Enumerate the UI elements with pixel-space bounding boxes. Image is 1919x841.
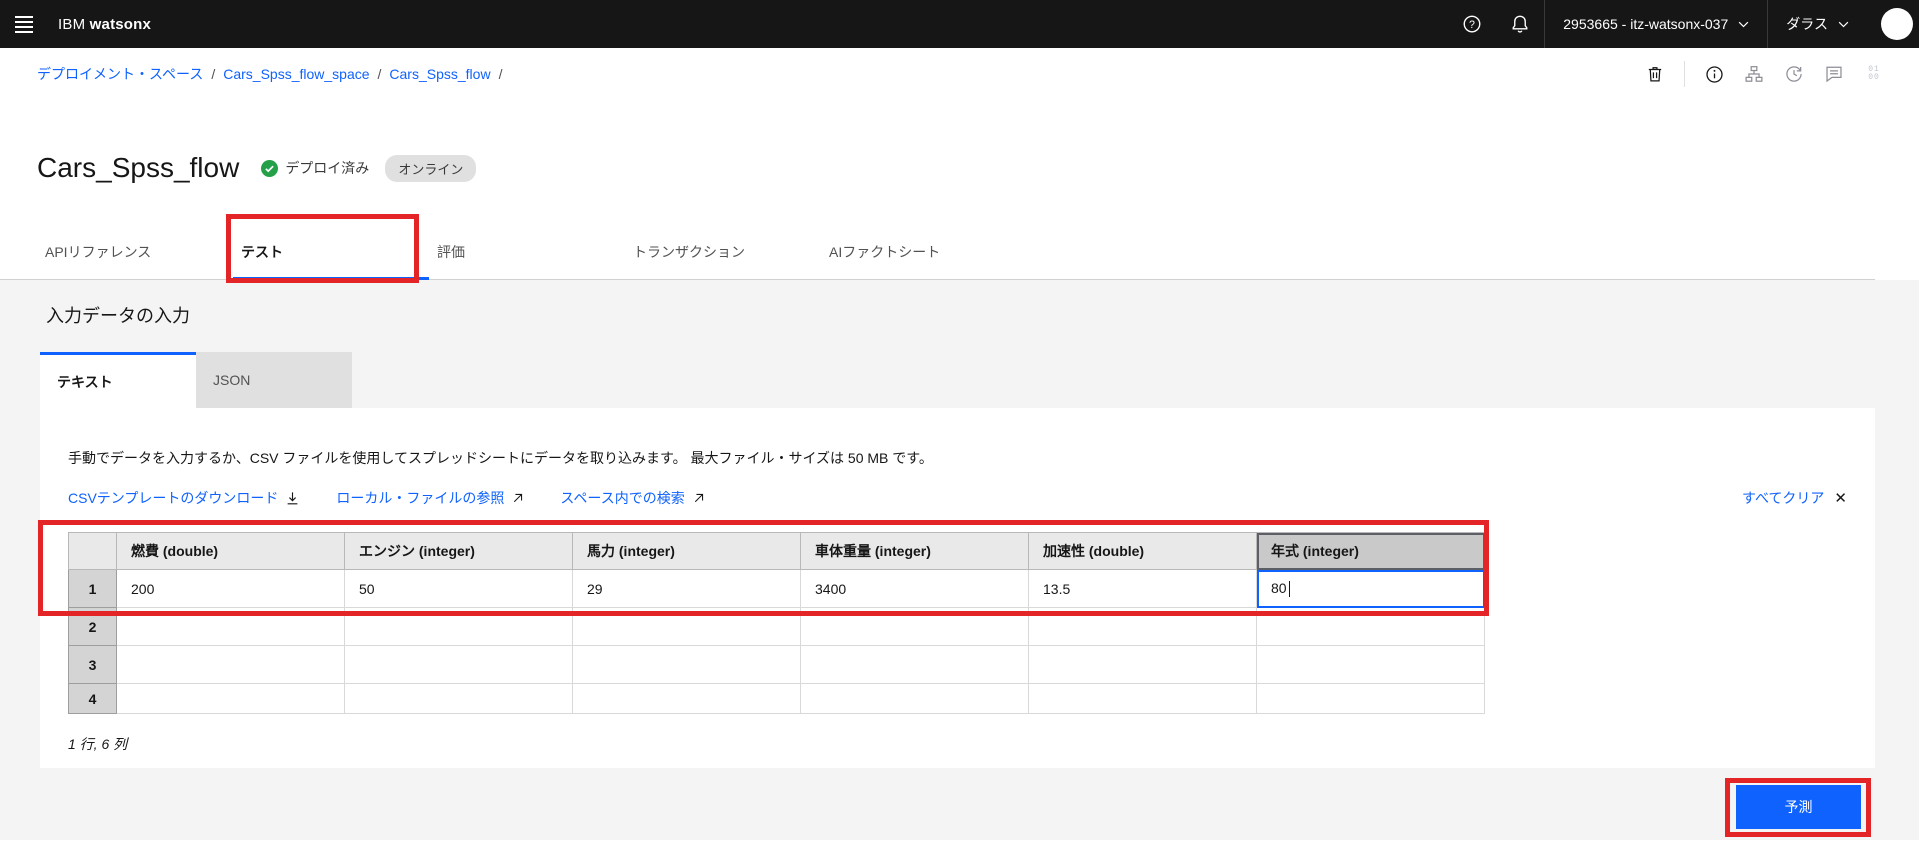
row-number-cell[interactable]: 2 (68, 607, 117, 646)
grid-header-row: 燃費 (double) エンジン (integer) 馬力 (integer) … (68, 532, 1485, 570)
brand-logo: IBM watsonx (58, 15, 152, 33)
subtab-json[interactable]: JSON (196, 352, 352, 408)
column-header[interactable]: エンジン (integer) (344, 532, 573, 570)
row-number-cell[interactable]: 4 (68, 683, 117, 714)
test-panel: 入力データの入力 テキスト JSON 手動でデータを入力するか、CSV ファイル… (0, 280, 1919, 840)
instruction-text: 手動でデータを入力するか、CSV ファイルを使用してスプレッドシートにデータを取… (68, 450, 933, 466)
predict-button[interactable]: 予測 (1736, 785, 1861, 829)
region-selector[interactable]: ダラス (1767, 0, 1867, 48)
input-card: 手動でデータを入力するか、CSV ファイルを使用してスプレッドシートにデータを取… (40, 408, 1875, 768)
breadcrumb-row: デプロイメント・スペース / Cars_Spss_flow_space / Ca… (0, 48, 1919, 100)
check-circle-icon (261, 159, 279, 177)
grid-row: 4 (68, 683, 1485, 714)
grid-cell[interactable] (344, 683, 573, 714)
grid-cell[interactable]: 200 (116, 569, 345, 608)
row-number-cell[interactable]: 1 (68, 569, 117, 608)
text-cursor (1288, 581, 1290, 598)
grid-cell[interactable] (1028, 645, 1257, 684)
comments-icon[interactable] (1817, 57, 1851, 91)
row-number-cell[interactable]: 3 (68, 645, 117, 684)
grid-row: 2 (68, 607, 1485, 646)
breadcrumb-deployment-spaces[interactable]: デプロイメント・スペース (37, 64, 203, 84)
clear-all-link[interactable]: すべてクリア (1742, 488, 1824, 508)
tab-test[interactable]: テスト (233, 224, 429, 280)
app-window: IBM watsonx ? 2953665 - itz-watsonx-037 … (0, 0, 1919, 841)
main-tabs: APIリファレンス テスト 評価 トランザクション AIファクトシート (0, 224, 1875, 280)
grid-cell[interactable] (1256, 607, 1485, 646)
grid-cell[interactable] (800, 683, 1029, 714)
grid-cell[interactable] (116, 607, 345, 646)
close-icon[interactable]: ✕ (1834, 489, 1847, 507)
subtab-text[interactable]: テキスト (40, 352, 196, 408)
grid-corner-cell[interactable] (68, 532, 117, 570)
breadcrumb-deployment[interactable]: Cars_Spss_flow (389, 66, 490, 82)
notifications-icon[interactable] (1496, 0, 1544, 48)
launch-icon (514, 493, 523, 502)
breadcrumb-space[interactable]: Cars_Spss_flow_space (223, 66, 369, 82)
grid-cell[interactable]: 50 (344, 569, 573, 608)
grid-summary: 1 行, 6 列 (68, 736, 128, 752)
tab-evaluation[interactable]: 評価 (429, 224, 625, 279)
search-in-space-link[interactable]: スペース内での検索 (560, 488, 704, 508)
help-icon[interactable]: ? (1448, 0, 1496, 48)
top-bar: IBM watsonx ? 2953665 - itz-watsonx-037 … (0, 0, 1919, 48)
chevron-down-icon (1738, 21, 1749, 27)
grid-cell[interactable]: 29 (572, 569, 801, 608)
download-csv-template-link[interactable]: CSVテンプレートのダウンロード (68, 488, 300, 508)
toolbar-divider (1684, 61, 1685, 87)
grid-cell-active[interactable]: 80 (1256, 569, 1485, 608)
actions-footer: 予測 (40, 768, 1875, 829)
page-title: Cars_Spss_flow (37, 152, 240, 183)
delete-icon[interactable] (1638, 57, 1672, 91)
grid-cell[interactable] (116, 645, 345, 684)
column-header-selected[interactable]: 年式 (integer) (1256, 532, 1485, 570)
grid-cell[interactable] (344, 607, 573, 646)
column-header[interactable]: 車体重量 (integer) (800, 532, 1029, 570)
promote-flow-icon[interactable] (1737, 57, 1771, 91)
history-icon[interactable] (1777, 57, 1811, 91)
column-header[interactable]: 馬力 (integer) (572, 532, 801, 570)
avatar[interactable] (1881, 8, 1913, 40)
binary-data-icon[interactable]: 01 00 (1857, 57, 1891, 91)
info-icon[interactable] (1697, 57, 1731, 91)
breadcrumb: デプロイメント・スペース / Cars_Spss_flow_space / Ca… (37, 64, 503, 84)
grid-cell[interactable]: 3400 (800, 569, 1029, 608)
title-section: Cars_Spss_flow デプロイ済み オンライン (0, 100, 1919, 188)
file-links-row: CSVテンプレートのダウンロード ローカル・ファイルの参照 スペース内での検索 … (68, 488, 1847, 508)
browse-local-files-link[interactable]: ローカル・ファイルの参照 (336, 488, 524, 508)
grid-cell[interactable] (1028, 607, 1257, 646)
grid-row: 1 200 50 29 3400 13.5 80 (68, 569, 1485, 608)
deployment-toolbar: 01 00 (1638, 57, 1919, 91)
grid-cell[interactable] (1028, 683, 1257, 714)
grid-row: 3 (68, 645, 1485, 684)
chevron-down-icon (1838, 21, 1849, 27)
grid-cell[interactable] (800, 607, 1029, 646)
grid-cell[interactable] (1256, 645, 1485, 684)
deploy-status: デプロイ済み (261, 158, 369, 178)
account-selector[interactable]: 2953665 - itz-watsonx-037 (1544, 0, 1767, 48)
grid-cell[interactable] (572, 683, 801, 714)
grid-cell[interactable] (344, 645, 573, 684)
grid-cell[interactable] (116, 683, 345, 714)
column-header[interactable]: 燃費 (double) (116, 532, 345, 570)
tab-ai-factsheet[interactable]: AIファクトシート (821, 224, 1017, 279)
column-header[interactable]: 加速性 (double) (1028, 532, 1257, 570)
tab-transactions[interactable]: トランザクション (625, 224, 821, 279)
status-badge: オンライン (385, 154, 477, 182)
menu-icon[interactable] (0, 0, 48, 48)
input-data-grid: 燃費 (double) エンジン (integer) 馬力 (integer) … (68, 532, 1485, 714)
launch-icon (694, 493, 703, 502)
svg-text:?: ? (1469, 19, 1475, 31)
grid-cell[interactable] (1256, 683, 1485, 714)
tab-api-reference[interactable]: APIリファレンス (37, 224, 233, 279)
grid-cell[interactable] (800, 645, 1029, 684)
input-heading: 入力データの入力 (46, 306, 190, 326)
grid-cell[interactable] (572, 607, 801, 646)
input-mode-tabs: テキスト JSON (40, 352, 1875, 408)
grid-cell[interactable]: 13.5 (1028, 569, 1257, 608)
download-icon (288, 491, 298, 504)
grid-cell[interactable] (572, 645, 801, 684)
